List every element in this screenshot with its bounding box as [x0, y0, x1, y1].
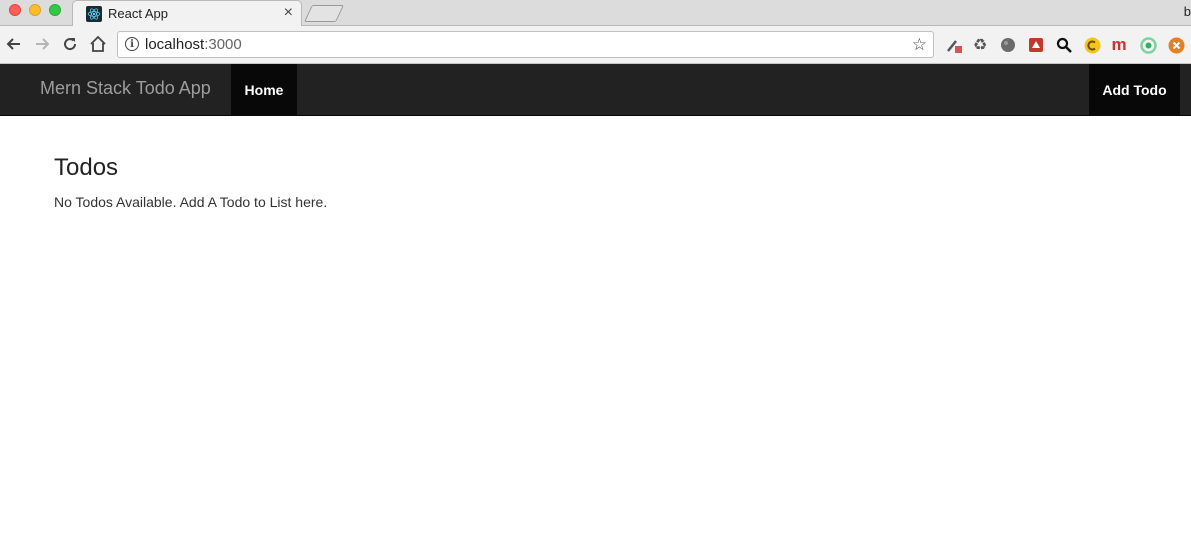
back-button[interactable]: [4, 34, 24, 54]
orange-x-glyph-icon: [1168, 37, 1184, 53]
url-port: :3000: [204, 36, 242, 53]
tools-glyph-icon: [947, 40, 962, 53]
home-icon: [90, 35, 106, 52]
back-arrow-icon: [6, 38, 20, 50]
tools-extension-icon[interactable]: [945, 36, 963, 54]
bookmark-star-icon[interactable]: ☆: [912, 35, 927, 55]
globe-extension-icon[interactable]: [999, 36, 1017, 54]
yellow-c-glyph-icon: [1084, 37, 1100, 53]
m-extension-icon[interactable]: m: [1110, 35, 1128, 54]
home-button[interactable]: [88, 34, 108, 54]
address-url[interactable]: localhost:3000: [145, 36, 242, 53]
recycle-extension-icon[interactable]: ♻: [971, 36, 989, 54]
green-ring-extension-icon[interactable]: [1139, 36, 1157, 54]
navbar-brand[interactable]: Mern Stack Todo App: [40, 78, 211, 99]
app-navbar: Mern Stack Todo App Home Add Todo: [0, 64, 1191, 116]
browser-tab-react-app[interactable]: React App ×: [72, 0, 302, 27]
red-square-extension-icon[interactable]: [1027, 36, 1045, 54]
forward-arrow-icon: [36, 38, 50, 50]
magnifier-extension-icon[interactable]: [1055, 36, 1073, 54]
react-icon: [86, 6, 102, 22]
maximize-window-button[interactable]: [49, 4, 61, 16]
minimize-window-button[interactable]: [29, 4, 41, 16]
browser-toolbar: i localhost:3000 ☆ ♻ m: [0, 26, 1191, 64]
yellow-c-extension-icon[interactable]: [1083, 36, 1101, 54]
magnifier-glyph-icon: [1056, 37, 1072, 53]
close-icon[interactable]: ×: [284, 4, 293, 22]
red-square-glyph-icon: [1029, 38, 1043, 52]
new-tab-button[interactable]: [304, 5, 344, 22]
browser-tab-strip: React App × b: [0, 0, 1191, 27]
site-info-icon[interactable]: i: [125, 37, 139, 51]
empty-todos-message: No Todos Available. Add A Todo to List h…: [54, 194, 328, 210]
orange-x-extension-icon[interactable]: [1167, 36, 1185, 54]
forward-button[interactable]: [32, 34, 52, 54]
profile-initial[interactable]: b: [1184, 4, 1191, 19]
tab-title: React App: [108, 6, 168, 21]
page-title: Todos: [54, 154, 119, 181]
close-window-button[interactable]: [9, 4, 21, 16]
nav-home-link[interactable]: Home: [231, 64, 297, 115]
green-ring-glyph-icon: [1139, 36, 1157, 54]
address-bar[interactable]: i localhost:3000 ☆: [117, 31, 934, 58]
globe-glyph-icon: [1001, 38, 1015, 52]
nav-add-todo-link[interactable]: Add Todo: [1089, 64, 1180, 115]
reload-button[interactable]: [60, 34, 80, 54]
reload-icon: [64, 38, 77, 51]
url-host: localhost: [145, 36, 205, 53]
